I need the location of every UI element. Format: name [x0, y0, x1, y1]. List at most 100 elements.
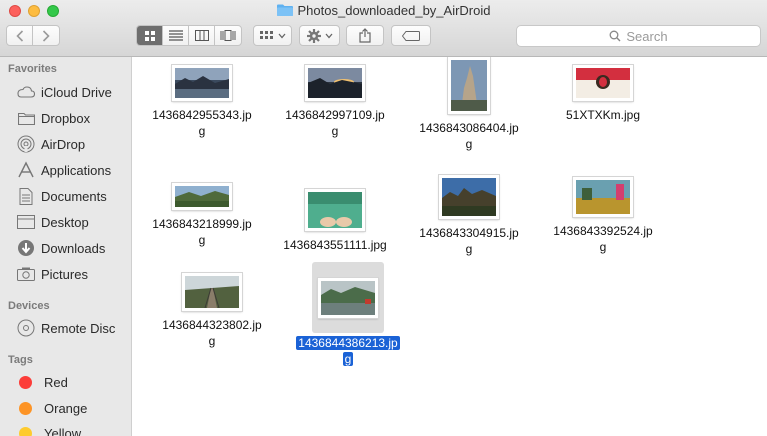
sidebar-item-label: Orange — [44, 400, 88, 416]
sidebar-item-tag-orange[interactable]: Orange — [16, 398, 130, 418]
column-view-button[interactable] — [189, 26, 215, 45]
window-title-area: Photos_downloaded_by_AirDroid — [0, 3, 767, 18]
disc-icon — [16, 319, 36, 337]
sidebar-item-tag-red[interactable]: Red — [16, 372, 130, 392]
chevron-down-icon — [278, 33, 285, 38]
gear-icon — [306, 28, 321, 43]
downloads-icon — [16, 239, 36, 257]
share-icon — [359, 28, 371, 43]
view-mode-selector — [136, 25, 242, 46]
camera-icon — [16, 265, 36, 283]
favorites-header: Favorites — [8, 63, 57, 75]
file-item[interactable]: 1436843086404.jp g — [404, 57, 534, 152]
file-name: 1436844386213.jp g — [296, 336, 400, 366]
cloud-icon — [16, 83, 36, 101]
file-name: 1436843551111.jpg — [283, 238, 387, 252]
sidebar-item-documents[interactable]: Documents — [16, 186, 130, 206]
file-name: 1436842997109.jp g — [285, 108, 385, 138]
sidebar-item-label: Yellow — [44, 425, 82, 436]
file-thumbnail — [573, 65, 633, 101]
file-thumbnail — [573, 177, 633, 217]
file-item[interactable]: 1436842997109.jp g — [270, 65, 400, 139]
folder-icon — [16, 109, 36, 127]
file-name: 1436844323802.jp g — [162, 318, 262, 348]
action-button[interactable] — [299, 25, 340, 46]
sidebar-item-icloud-drive[interactable]: iCloud Drive — [16, 82, 130, 102]
icon-view-button[interactable] — [137, 26, 163, 45]
edit-tags-button[interactable] — [391, 25, 431, 46]
orange-tag-icon — [19, 401, 32, 415]
file-item[interactable]: 1436843551111.jpg — [270, 189, 400, 253]
forward-button[interactable] — [33, 26, 59, 45]
sidebar-item-label: Dropbox — [41, 110, 91, 126]
yellow-tag-icon — [19, 426, 32, 436]
file-name: 1436843218999.jp g — [152, 217, 252, 247]
file-thumbnail — [318, 278, 378, 318]
arrange-button[interactable] — [253, 25, 292, 46]
grid-icon — [144, 30, 155, 41]
sidebar-item-label: Downloads — [41, 240, 106, 256]
file-item-selected[interactable]: 1436844386213.jp g — [283, 262, 413, 367]
file-item[interactable]: 1436842955343.jp g — [137, 65, 267, 139]
sidebar-item-tag-yellow[interactable]: Yellow — [16, 423, 130, 436]
file-item[interactable]: 1436843304915.jp g — [404, 175, 534, 257]
sidebar-item-label: AirDrop — [41, 136, 86, 152]
list-icon — [168, 30, 183, 41]
file-item[interactable]: 1436843218999.jp g — [137, 183, 267, 248]
devices-header: Devices — [8, 300, 50, 312]
tag-icon — [402, 30, 420, 41]
arrange-icon — [259, 30, 273, 39]
file-thumbnail — [439, 175, 499, 219]
window-title: Photos_downloaded_by_AirDroid — [297, 3, 491, 18]
sidebar-item-label: iCloud Drive — [41, 84, 112, 100]
search-input[interactable]: Search — [516, 25, 761, 47]
columns-icon — [194, 30, 209, 41]
file-browser-content: 1436842955343.jp g 1436842997109.jp g 1436… — [133, 57, 767, 436]
sidebar-item-label: Applications — [41, 162, 112, 178]
file-thumbnail — [182, 273, 242, 311]
sidebar-item-desktop[interactable]: Desktop — [16, 212, 130, 232]
nav-buttons — [6, 25, 60, 46]
file-item[interactable]: 1436843392524.jp g — [538, 177, 668, 255]
sidebar-item-label: Red — [44, 374, 68, 390]
share-button[interactable] — [346, 25, 384, 46]
sidebar-item-pictures[interactable]: Pictures — [16, 264, 130, 284]
desktop-icon — [16, 213, 36, 231]
file-thumbnail — [305, 189, 365, 231]
search-icon — [609, 30, 621, 42]
list-view-button[interactable] — [163, 26, 189, 45]
file-thumbnail — [172, 183, 232, 210]
red-tag-icon — [19, 375, 32, 389]
chevron-left-icon — [15, 29, 23, 42]
back-button[interactable] — [7, 26, 33, 45]
cover-flow-view-button[interactable] — [215, 26, 241, 45]
chevron-right-icon — [42, 29, 50, 42]
sidebar-item-downloads[interactable]: Downloads — [16, 238, 130, 258]
sidebar-item-remote-disc[interactable]: Remote Disc — [16, 318, 130, 338]
file-name: 1436842955343.jp g — [152, 108, 252, 138]
window-toolbar: Photos_downloaded_by_AirDroid Search — [0, 0, 767, 57]
sidebar-item-applications[interactable]: Applications — [16, 160, 130, 180]
tags-header: Tags — [8, 354, 33, 366]
sidebar-item-dropbox[interactable]: Dropbox — [16, 108, 130, 128]
airdrop-icon — [16, 135, 36, 153]
file-thumbnail — [448, 57, 490, 114]
search-placeholder: Search — [626, 28, 668, 44]
sidebar-item-label: Documents — [41, 188, 107, 204]
sidebar-item-label: Desktop — [41, 214, 89, 230]
file-item[interactable]: 1436844323802.jp g — [147, 273, 277, 349]
sidebar-item-label: Pictures — [41, 266, 88, 282]
documents-icon — [16, 187, 36, 205]
file-item[interactable]: 51XTXKm.jpg — [538, 65, 668, 123]
file-name: 1436843304915.jp g — [419, 226, 519, 256]
file-name: 1436843392524.jp g — [553, 224, 653, 254]
sidebar-item-label: Remote Disc — [41, 320, 116, 336]
file-thumbnail — [305, 65, 365, 101]
sidebar-item-airdrop[interactable]: AirDrop — [16, 134, 130, 154]
folder-icon — [276, 4, 293, 16]
chevron-down-icon — [325, 33, 332, 38]
applications-icon — [16, 161, 36, 179]
cover-flow-icon — [220, 30, 236, 41]
file-name: 1436843086404.jp g — [419, 121, 519, 151]
sidebar: Favorites iCloud Drive Dropbox AirDrop A… — [0, 57, 132, 436]
